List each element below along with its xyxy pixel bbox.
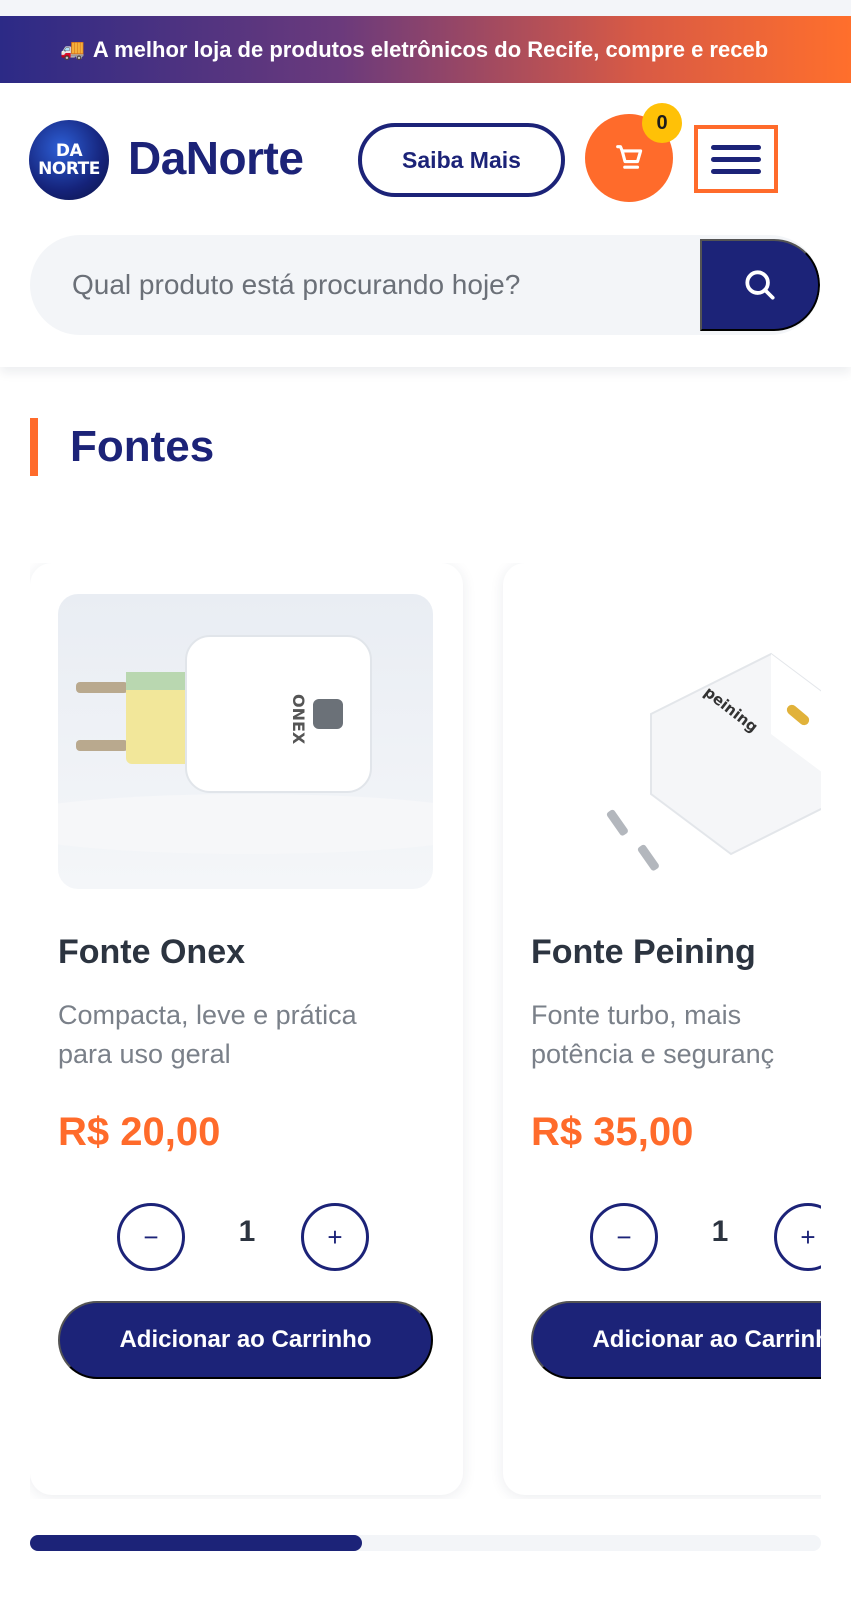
- product-name: Fonte Peining: [531, 933, 756, 971]
- product-description: Fonte turbo, mais potência e seguranç: [531, 996, 821, 1074]
- product-card: ONEX Fonte Onex Compacta, leve e prática…: [30, 563, 463, 1495]
- quantity-value: 1: [238, 1215, 256, 1248]
- hamburger-icon-line: [711, 156, 761, 162]
- product-price: R$ 20,00: [58, 1110, 221, 1154]
- cart-count-badge: 0: [642, 103, 682, 143]
- product-description: Compacta, leve e prática para uso geral: [58, 996, 438, 1074]
- product-description-line: para uso geral: [58, 1039, 231, 1069]
- product-image[interactable]: ONEX: [58, 594, 433, 889]
- product-name: Fonte Onex: [58, 933, 246, 971]
- carousel-scrollbar[interactable]: [30, 1535, 821, 1551]
- product-carousel[interactable]: ONEX Fonte Onex Compacta, leve e prática…: [30, 563, 821, 1499]
- truck-icon: 🚚: [60, 39, 85, 61]
- increase-quantity-button[interactable]: +: [774, 1203, 821, 1271]
- section-title: Fontes: [30, 418, 214, 476]
- hamburger-icon-line: [711, 144, 761, 150]
- cart-icon: [616, 145, 643, 169]
- increase-quantity-button[interactable]: +: [301, 1203, 369, 1271]
- logo-text-da: DA: [55, 141, 83, 161]
- brand-name[interactable]: DaNorte: [128, 131, 304, 185]
- hamburger-icon-line: [711, 168, 761, 174]
- announcement-bar: 🚚 A melhor loja de produtos eletrônicos …: [0, 16, 851, 83]
- add-to-cart-button[interactable]: Adicionar ao Carrinho: [531, 1301, 821, 1379]
- product-description-line: Compacta, leve e prática: [58, 1000, 357, 1030]
- add-to-cart-button[interactable]: Adicionar ao Carrinho: [58, 1301, 433, 1379]
- product-image-brand: ONEX: [289, 694, 308, 745]
- decrease-quantity-button[interactable]: −: [590, 1203, 658, 1271]
- decrease-quantity-button[interactable]: −: [117, 1203, 185, 1271]
- menu-button[interactable]: [694, 125, 778, 193]
- status-strip: [0, 0, 851, 16]
- search-input[interactable]: [30, 235, 700, 335]
- logo-text-norte: NORTE: [38, 159, 100, 179]
- announcement-text: A melhor loja de produtos eletrônicos do…: [92, 36, 769, 62]
- site-header: DA NORTE DaNorte Saiba Mais 0: [0, 83, 851, 367]
- search-bar: [30, 235, 820, 335]
- search-button[interactable]: [700, 239, 820, 331]
- logo[interactable]: DA NORTE: [29, 120, 109, 200]
- search-icon: [745, 270, 775, 300]
- product-description-line: Fonte turbo, mais: [531, 1000, 742, 1030]
- product-image[interactable]: peining: [531, 594, 821, 889]
- carousel-scrollbar-thumb[interactable]: [30, 1535, 363, 1551]
- product-description-line: potência e seguranç: [531, 1039, 775, 1069]
- product-price: R$ 35,00: [531, 1110, 694, 1154]
- saiba-mais-button[interactable]: Saiba Mais: [358, 123, 565, 197]
- product-card: peining Fonte Peining Fonte turbo, mais …: [503, 563, 821, 1495]
- quantity-value: 1: [711, 1215, 729, 1248]
